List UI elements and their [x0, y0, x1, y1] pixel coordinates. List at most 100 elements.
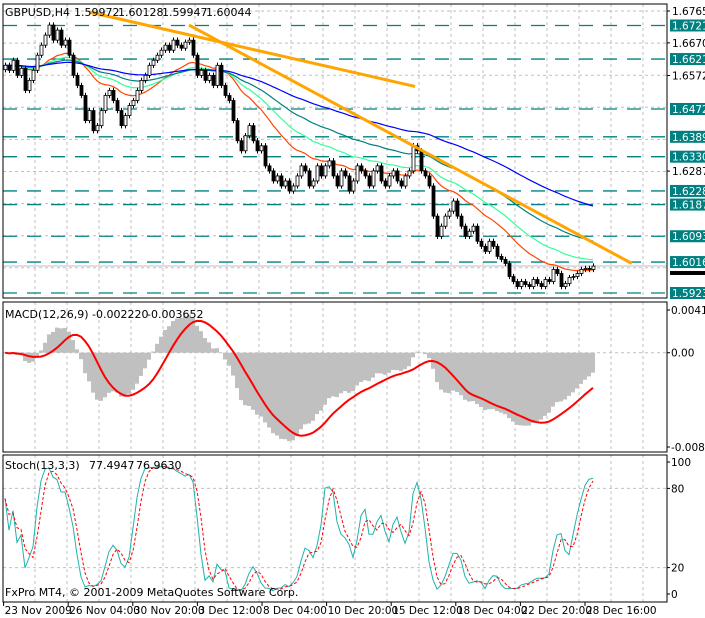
candle-body — [547, 279, 552, 282]
candle-body — [287, 180, 292, 192]
candle-body — [307, 170, 312, 187]
macd-histogram-bar — [79, 352, 83, 360]
candle-body — [227, 95, 232, 101]
candle-body — [319, 165, 324, 177]
macd-histogram-bar — [87, 352, 91, 382]
ohlc-open: 1.59972 — [74, 6, 120, 19]
macd-histogram-bar — [423, 352, 427, 355]
candle-body — [135, 90, 140, 101]
macd-histogram-bar — [207, 342, 211, 353]
candle-body — [183, 41, 188, 49]
macd-histogram-bar — [455, 352, 459, 392]
candle-body — [263, 145, 268, 167]
candle-body — [503, 259, 508, 264]
candle-body — [107, 90, 112, 96]
candle-body — [499, 255, 504, 260]
macd-histogram-bar — [131, 352, 135, 390]
candle-body — [303, 165, 308, 172]
macd-histogram-bar — [563, 352, 567, 400]
macd-signal-value: -0.003652 — [147, 308, 203, 321]
candle-body — [359, 165, 364, 172]
macd-histogram-bar — [127, 352, 131, 394]
level-price-label: 1.67218 — [672, 20, 705, 32]
candle-body — [351, 180, 356, 192]
candle-body — [111, 90, 116, 101]
candle-body — [259, 145, 264, 152]
candle-body — [123, 115, 128, 127]
candle-body — [11, 59, 16, 71]
macd-histogram-bar — [539, 352, 543, 420]
candle-body — [103, 95, 108, 111]
macd-histogram-bar — [587, 352, 591, 377]
stoch-tick-label: 100 — [671, 457, 691, 469]
candle-body — [395, 170, 400, 182]
macd-histogram-bar — [383, 352, 387, 375]
candle-body — [7, 64, 12, 71]
macd-histogram-bar — [543, 352, 547, 416]
macd-histogram-bar — [303, 352, 307, 425]
macd-histogram-bar — [555, 352, 559, 403]
macd-histogram-bar — [367, 352, 371, 382]
macd-histogram-bar — [291, 352, 295, 441]
candle-body — [131, 100, 136, 106]
macd-histogram-bar — [107, 352, 111, 393]
candle-body — [235, 120, 240, 142]
macd-histogram-bar — [327, 352, 331, 399]
candle-body — [459, 215, 464, 227]
candle-body — [155, 54, 160, 61]
macd-histogram-bar — [47, 334, 51, 353]
candle-body — [219, 64, 224, 86]
macd-histogram-bar — [535, 352, 539, 422]
macd-tick-label: -0.00841 — [671, 442, 705, 454]
candle-body — [211, 74, 216, 86]
ohlc-low: 1.59947 — [162, 6, 208, 19]
stoch-main-value: 77.4947 — [89, 459, 135, 472]
candle-body — [295, 175, 300, 187]
macd-histogram-bar — [379, 352, 383, 374]
macd-histogram-bar — [159, 336, 163, 353]
chart-window[interactable]: 1.67218 1.66217 1.64727 1.63897 1.63304 1.622… — [0, 0, 705, 618]
candle-body — [371, 170, 376, 187]
candle-body — [331, 160, 336, 177]
macd-histogram-bar — [275, 352, 279, 436]
macd-histogram-bar — [119, 352, 123, 397]
candle-body — [315, 165, 320, 182]
candle-body — [391, 170, 396, 177]
candle-body — [143, 74, 148, 81]
candle-body — [323, 165, 328, 177]
candle-body — [431, 185, 436, 217]
macd-histogram-bar — [435, 352, 439, 383]
stoch-tick-label: 20 — [671, 563, 684, 575]
candle-body — [159, 49, 164, 56]
macd-histogram-bar — [239, 352, 243, 401]
candle-body — [199, 69, 204, 76]
candle-body — [451, 200, 456, 212]
macd-histogram-bar — [199, 331, 203, 353]
candle-body — [127, 105, 132, 116]
level-price-label: 1.60931 — [672, 231, 705, 243]
macd-title: MACD(12,26,9) — [5, 308, 89, 321]
macd-histogram-bar — [143, 352, 147, 369]
candle-body — [511, 276, 516, 282]
candle-body — [519, 281, 524, 287]
candle-body — [223, 85, 228, 96]
price-tick-label: 1.66700 — [672, 38, 705, 50]
macd-histogram-bar — [323, 352, 327, 405]
time-tick-label: 26 Nov 04:00 — [69, 605, 140, 617]
candle-body — [179, 44, 184, 49]
candle-body — [39, 44, 44, 56]
macd-histogram-bar — [75, 349, 79, 353]
candle-body — [119, 110, 124, 127]
macd-histogram-bar — [523, 352, 527, 426]
macd-histogram-bar — [163, 329, 167, 353]
time-tick-label: 3 Dec 12:00 — [198, 605, 262, 617]
candle-body — [299, 165, 304, 177]
macd-tick-label: 0.004158 — [671, 305, 705, 317]
macd-histogram-bar — [407, 352, 411, 367]
candle-body — [379, 165, 384, 182]
macd-tick-label: 0.00 — [671, 348, 694, 360]
macd-histogram-bar — [579, 352, 583, 384]
candle-body — [487, 240, 492, 252]
macd-histogram-bar — [227, 352, 231, 366]
macd-histogram-bar — [439, 352, 443, 390]
